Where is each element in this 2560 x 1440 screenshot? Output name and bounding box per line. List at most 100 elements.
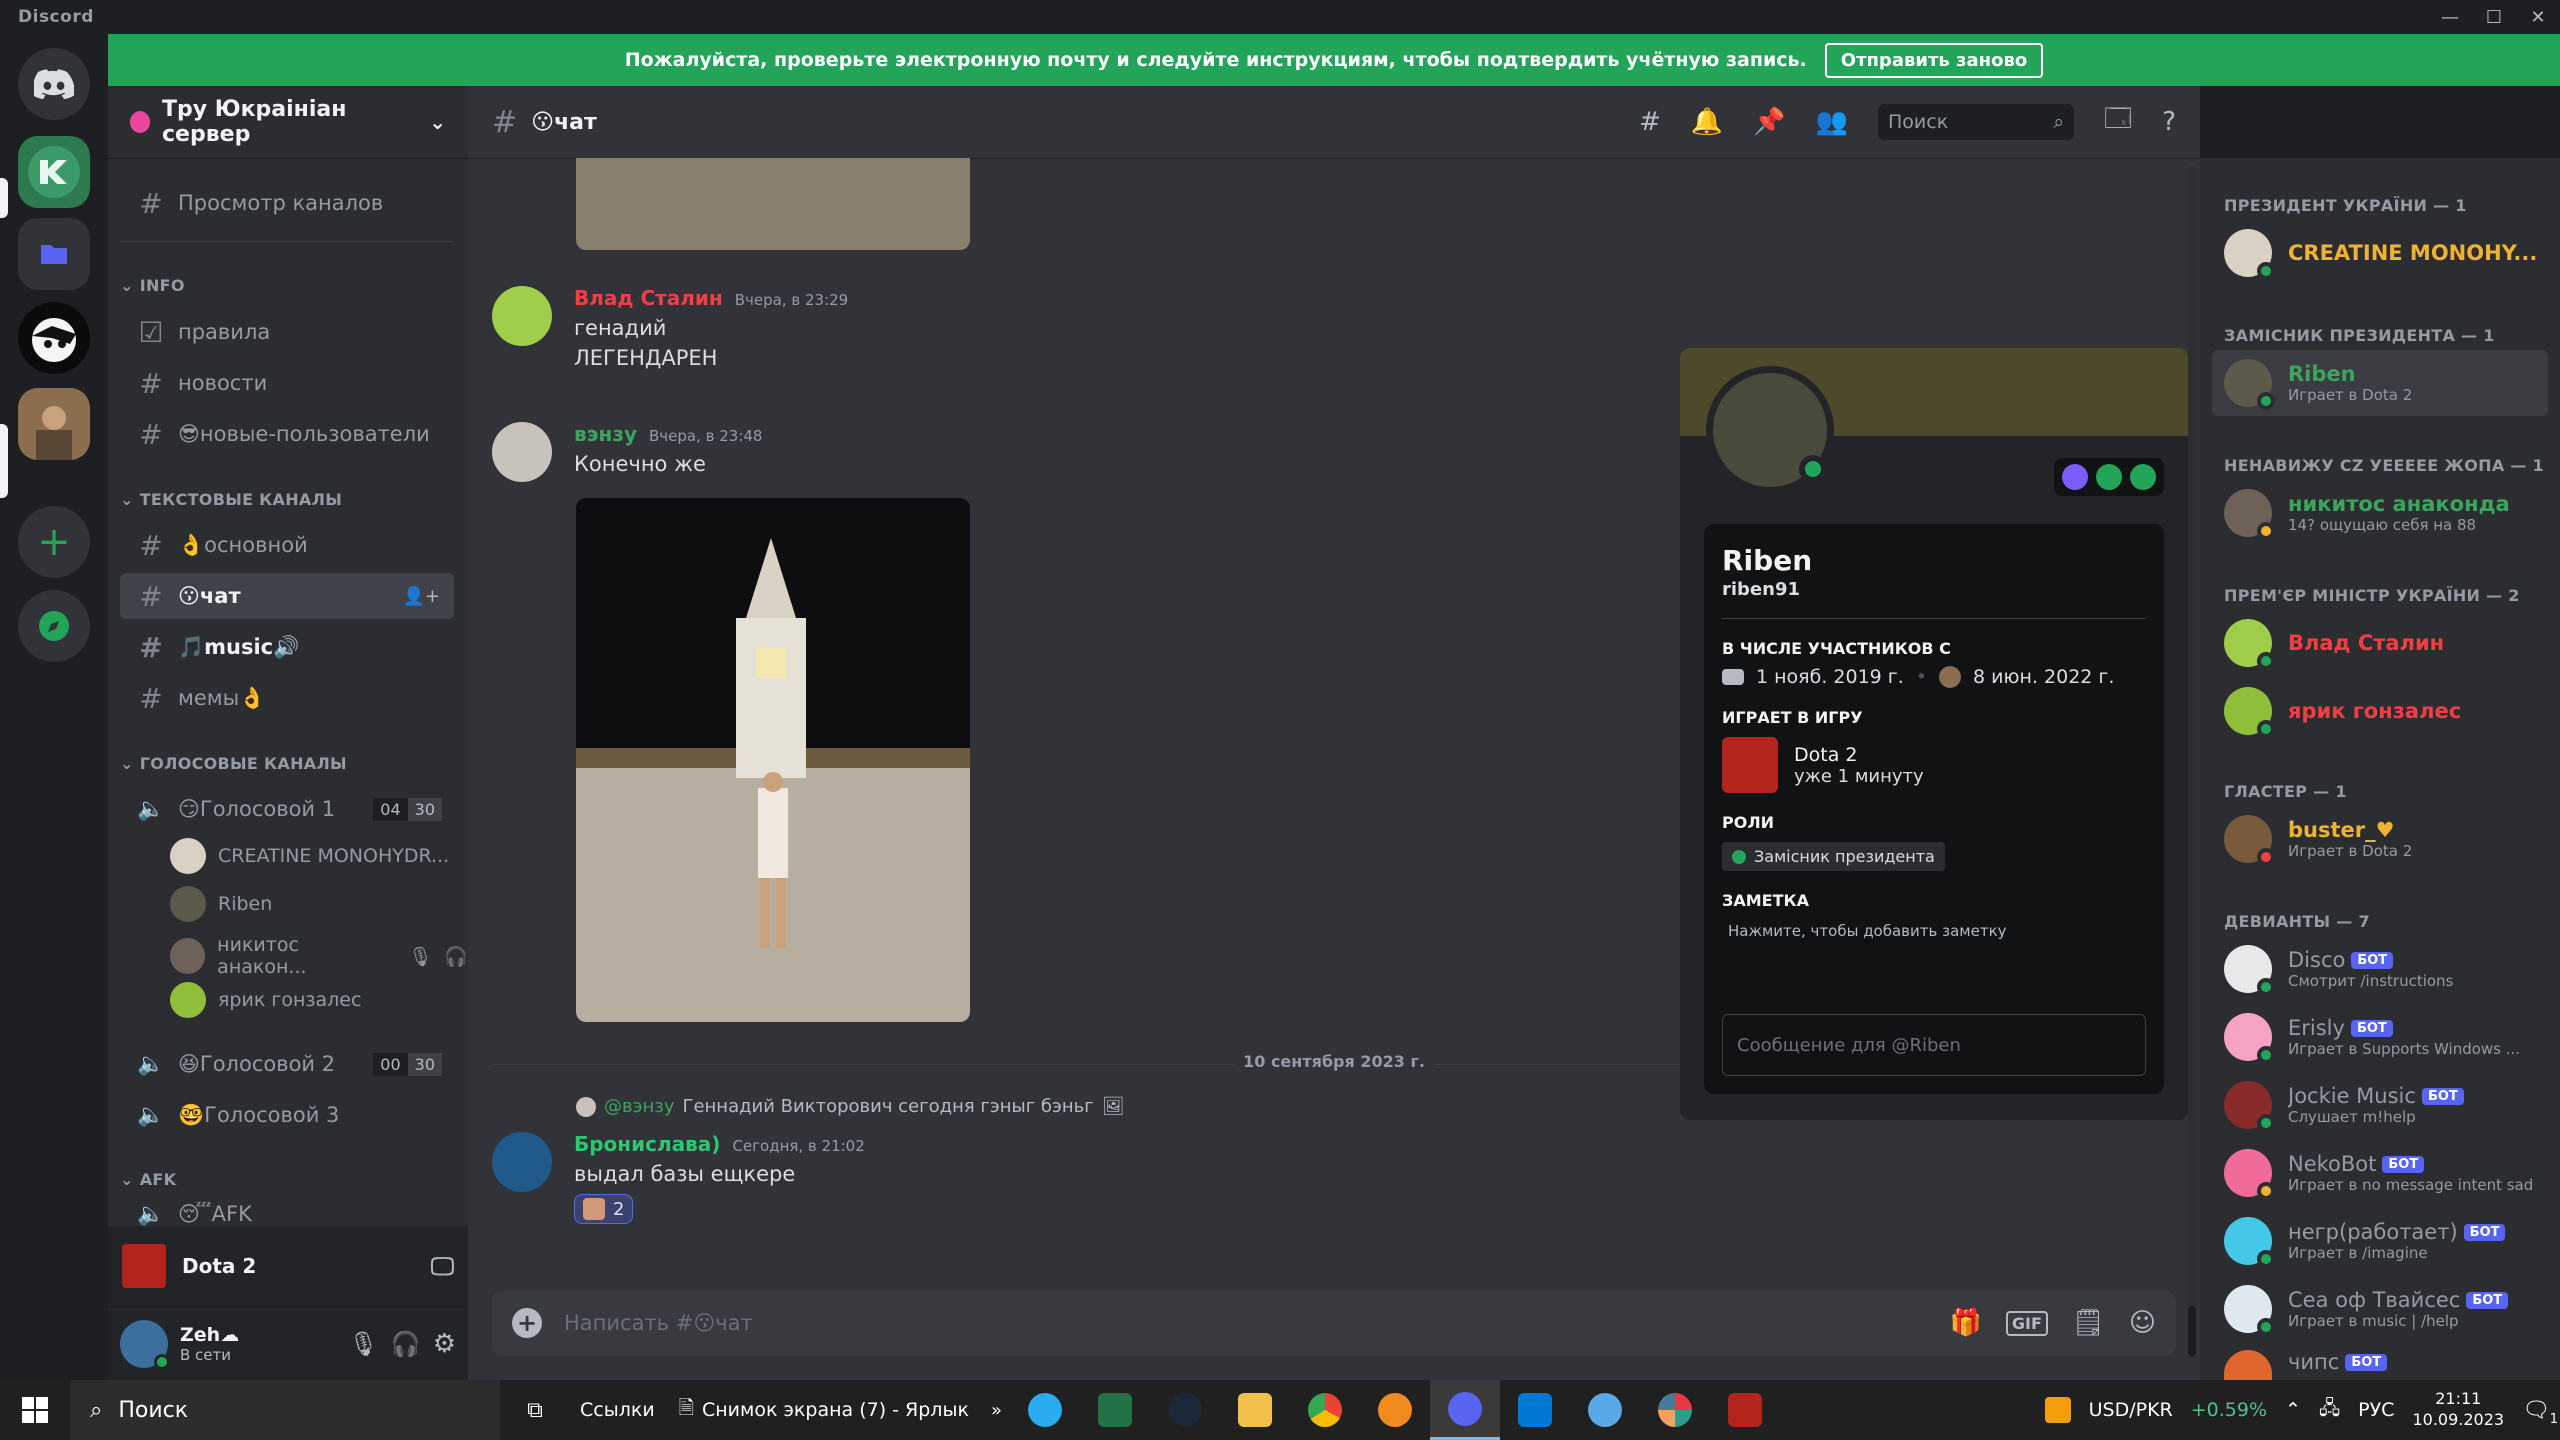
scrollbar-thumb[interactable] <box>2188 1306 2196 1356</box>
screen-share-icon[interactable]: 🖵 <box>431 1252 454 1280</box>
category-afk[interactable]: ⌄ AFK <box>120 1170 176 1189</box>
channel-news[interactable]: # новости <box>120 360 454 406</box>
channel-main[interactable]: # 👌основной <box>120 522 454 568</box>
chrome-icon[interactable] <box>1290 1380 1360 1440</box>
message-author[interactable]: Влад Сталин <box>574 286 723 310</box>
scrollbar[interactable] <box>2188 166 2196 1356</box>
resend-button[interactable]: Отправить заново <box>1824 42 2044 78</box>
currency-pair[interactable]: USD/PKR <box>2089 1399 2173 1421</box>
channel-memes[interactable]: # мемы👌 <box>120 675 454 721</box>
voice-channel-3[interactable]: 🔈 🤓Голосовой 3 <box>120 1092 454 1138</box>
voice-user[interactable]: CREATINE MONOHYDR... <box>170 838 449 874</box>
bell-icon[interactable]: 🔔 <box>1691 107 1723 137</box>
headphones-icon[interactable]: 🎧 <box>391 1330 421 1358</box>
user-avatar[interactable] <box>120 1319 170 1370</box>
server-icon-kg[interactable] <box>18 136 90 208</box>
file-explorer-icon[interactable] <box>1220 1380 1290 1440</box>
start-button[interactable] <box>0 1380 70 1440</box>
inbox-icon[interactable]: 🗔 <box>2104 100 2132 144</box>
app-store-icon[interactable] <box>1570 1380 1640 1440</box>
snip-shortcut[interactable]: 🗎 Снимок экрана (7) - Ярлык <box>665 1394 983 1426</box>
input-language[interactable]: РУС <box>2358 1399 2394 1421</box>
sticker-icon[interactable]: 🗒 <box>2072 1308 2105 1338</box>
members-icon[interactable]: 👥 <box>1816 107 1848 137</box>
avatar[interactable] <box>492 422 552 482</box>
gif-button[interactable]: GIF <box>2005 1310 2048 1336</box>
channel-music[interactable]: # 🎵music🔊 <box>120 624 454 670</box>
network-icon[interactable]: 🖧 <box>2319 1394 2340 1426</box>
category-voice[interactable]: ⌄ ГОЛОСОВЫЕ КАНАЛЫ <box>120 754 347 773</box>
settings-gear-icon[interactable]: ⚙ <box>433 1329 456 1359</box>
member-item[interactable]: Jockie Music БОТ Слушает m!help <box>2212 1072 2548 1138</box>
telegram-icon[interactable] <box>1010 1380 1080 1440</box>
vscode-icon[interactable] <box>1500 1380 1570 1440</box>
reply-preview[interactable]: @вэнзу Геннадий Викторович сегодня гэныг… <box>576 1096 1125 1117</box>
reaction[interactable]: 2 <box>574 1194 634 1224</box>
pin-icon[interactable]: 📌 <box>1753 107 1785 137</box>
channel-new-users[interactable]: # 😎новые-пользователи <box>120 411 454 457</box>
voice-user[interactable]: никитос анакон... 🎙 🎧 <box>170 934 468 978</box>
member-item[interactable]: чипс БОТ <box>2212 1344 2548 1380</box>
search-input[interactable]: Поиск ⌕ <box>1878 104 2074 140</box>
threads-icon[interactable]: # <box>1639 107 1661 137</box>
browse-channels[interactable]: # Просмотр каналов <box>120 180 454 226</box>
avatar[interactable] <box>492 1132 552 1192</box>
voice-user[interactable]: Riben <box>170 886 272 922</box>
clock[interactable]: 21:11 10.09.2023 <box>2412 1389 2504 1431</box>
help-icon[interactable]: ? <box>2162 107 2176 137</box>
message-author[interactable]: Бронислава) <box>574 1132 720 1156</box>
member-item[interactable]: NekoBot БОТ Играет в no message intent sad <box>2212 1140 2548 1206</box>
maximize-button[interactable]: ☐ <box>2472 0 2516 34</box>
direct-message-input[interactable]: Сообщение для @Riben <box>1722 1014 2146 1076</box>
add-server-button[interactable]: + <box>18 506 90 578</box>
tray-expand-icon[interactable]: ⌃ <box>2285 1399 2301 1421</box>
server-icon-active[interactable] <box>18 388 90 460</box>
task-view-icon[interactable]: ⧉ <box>500 1380 570 1440</box>
avatar[interactable] <box>492 286 552 346</box>
add-attachment-icon[interactable]: + <box>512 1308 542 1338</box>
voice-channel-1[interactable]: 🔈 😏Голосовой 1 04 30 <box>120 786 454 832</box>
image-attachment[interactable] <box>576 158 970 250</box>
channel-rules[interactable]: ☑ правила <box>120 309 454 355</box>
explore-button[interactable] <box>18 590 90 662</box>
member-item[interactable]: Erisly БОТ Играет в Supports Windows ... <box>2212 1004 2548 1070</box>
voice-channel-afk[interactable]: 🔈 😴AFK <box>120 1202 454 1226</box>
category-text[interactable]: ⌄ ТЕКСТОВЫЕ КАНАЛЫ <box>120 490 342 509</box>
invite-icon[interactable]: 👤+ <box>403 586 441 607</box>
close-button[interactable]: ✕ <box>2516 0 2560 34</box>
voice-channel-2[interactable]: 🔈 😆Голосовой 2 00 30 <box>120 1041 454 1087</box>
message-author[interactable]: вэнзу <box>574 422 637 446</box>
emoji-icon[interactable]: ☺ <box>2129 1308 2156 1338</box>
member-item[interactable]: buster_♥ Играет в Dota 2 <box>2212 806 2548 872</box>
folder-button[interactable] <box>18 218 90 290</box>
channel-chat[interactable]: # 😗чат 👤+ <box>120 573 454 619</box>
member-item[interactable]: Сеа оф Твайсес БОТ Играет в music | /help <box>2212 1276 2548 1342</box>
taskbar-search[interactable]: ⌕ Поиск <box>70 1380 500 1440</box>
photo-attachment[interactable] <box>576 498 970 1022</box>
member-item[interactable]: негр(работает) БОТ Играет в /imagine <box>2212 1208 2548 1274</box>
member-item[interactable]: Disco БОТ Смотрит /instructions <box>2212 936 2548 1002</box>
toolbar-expand-icon[interactable]: » <box>983 1400 1010 1421</box>
home-button[interactable] <box>18 48 90 120</box>
member-item[interactable]: Riben Играет в Dota 2 <box>2212 350 2548 416</box>
minimize-button[interactable]: — <box>2428 0 2472 34</box>
member-item[interactable]: ярик гонзалес <box>2212 678 2548 744</box>
member-item[interactable]: никитос анаконда 14? ощущаю себя на 88 <box>2212 480 2548 546</box>
member-item[interactable]: CREATINE MONOHY... <box>2212 220 2548 286</box>
discord-taskbar-icon[interactable] <box>1429 1380 1500 1440</box>
category-info[interactable]: ⌄ INFO <box>120 276 185 295</box>
dota-taskbar-icon[interactable] <box>1710 1380 1780 1440</box>
server-icon-bw[interactable] <box>18 302 90 374</box>
color-app-icon[interactable] <box>1640 1380 1710 1440</box>
gift-icon[interactable]: 🎁 <box>1949 1308 1981 1338</box>
member-item[interactable]: Влад Сталин <box>2212 610 2548 676</box>
fl-studio-icon[interactable] <box>1360 1380 1430 1440</box>
voice-user[interactable]: ярик гонзалес <box>170 982 361 1018</box>
message-composer[interactable]: + Написать #😗чат 🎁 GIF 🗒 ☺ <box>492 1290 2176 1356</box>
links-toolbar[interactable]: Ссылки <box>570 1399 665 1421</box>
excel-icon[interactable] <box>1080 1380 1150 1440</box>
microphone-icon[interactable]: 🎙 <box>348 1330 378 1358</box>
server-header[interactable]: Тру Юкраініан сервер ⌄ <box>108 86 468 158</box>
notification-icon[interactable]: 🗨 1 <box>2522 1398 2558 1427</box>
note-input[interactable]: Нажмите, чтобы добавить заметку <box>1722 922 2146 940</box>
